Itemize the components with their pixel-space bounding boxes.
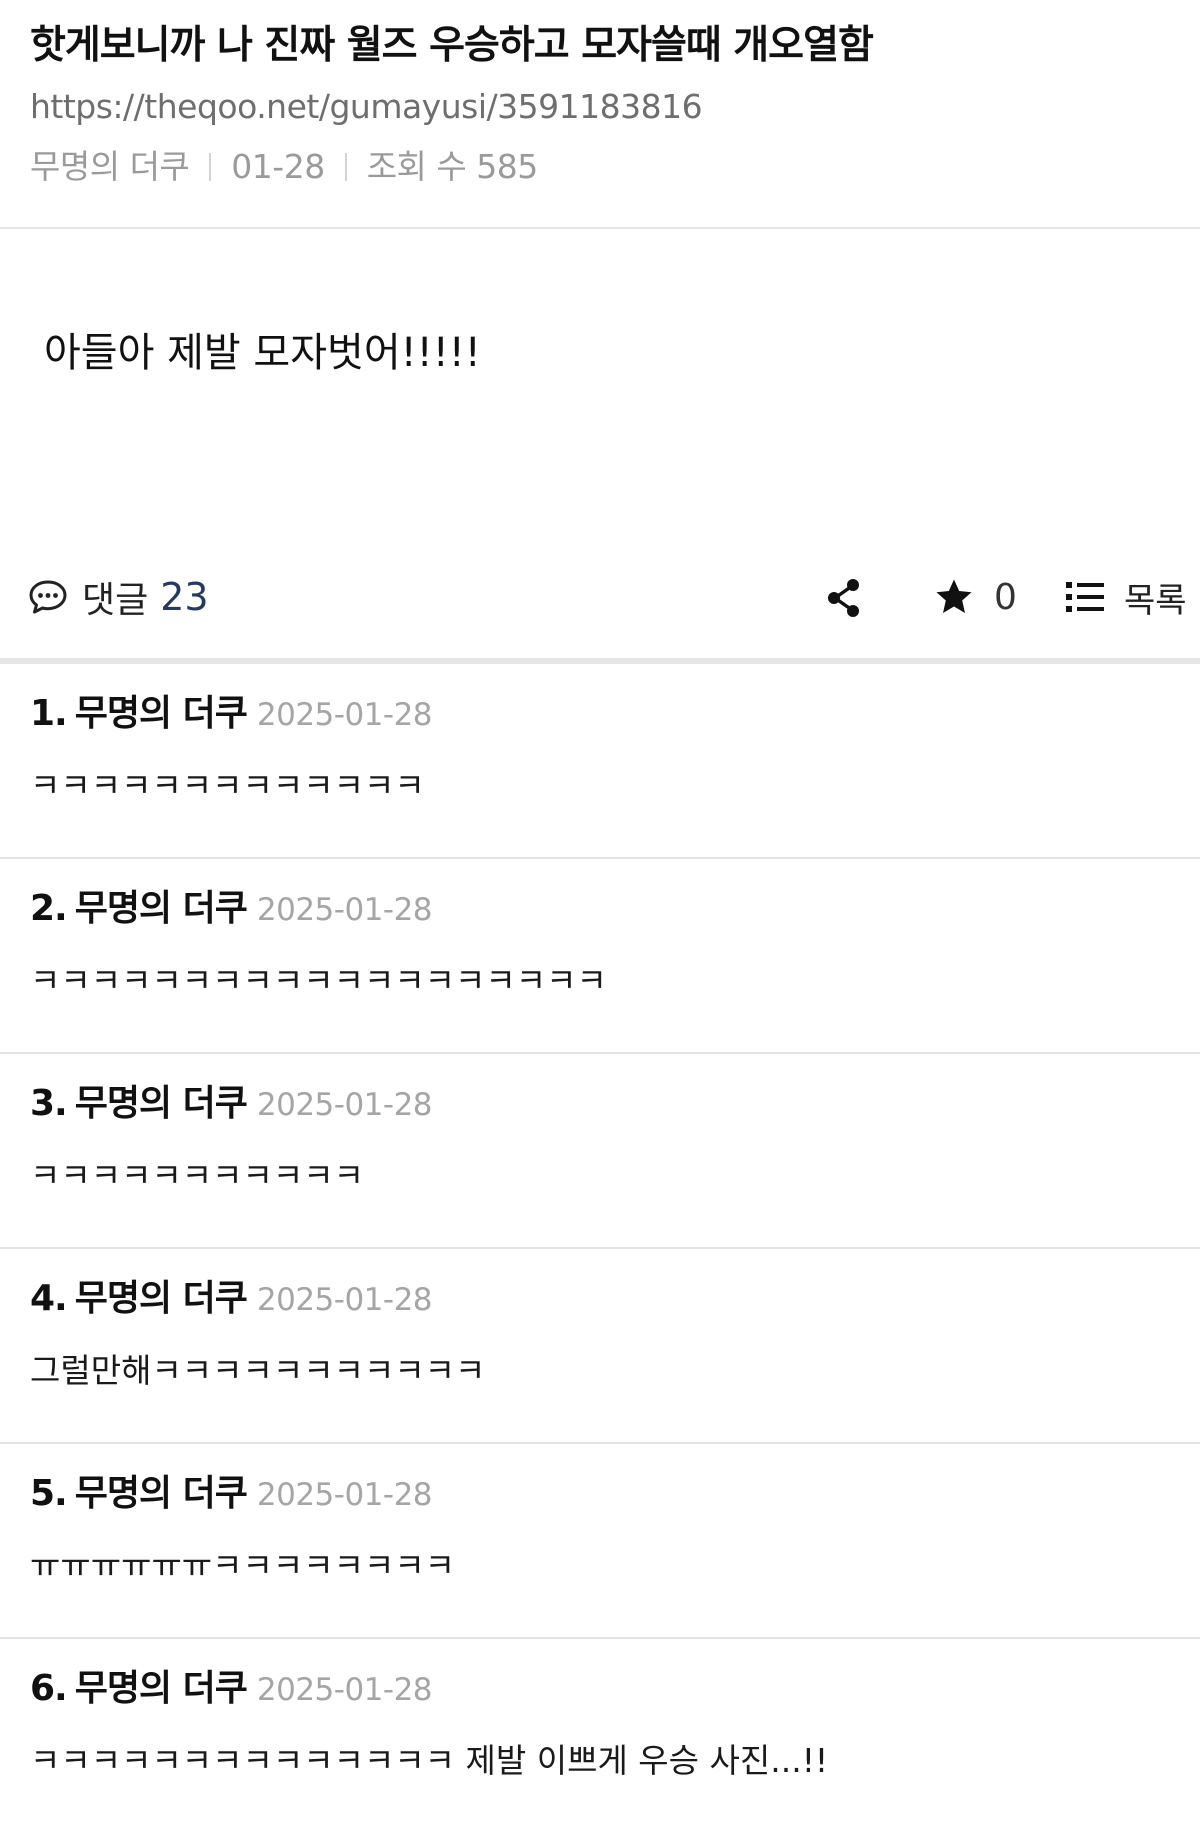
comment-date: 2025-01-28 [256,697,433,733]
post-date: 01-28 [231,147,325,186]
comment-number: 6. [30,1668,68,1709]
comment-date: 2025-01-28 [256,1672,433,1708]
comment-text: ㅋㅋㅋㅋㅋㅋㅋㅋㅋㅋㅋㅋㅋㅋ 제발 이쁘게 우승 사진...!! [30,1741,829,1780]
comment-count-button[interactable]: 댓글 23 [28,572,209,622]
comment-date: 2025-01-28 [256,1282,433,1318]
action-bar: 댓글 23 0 목록 [0,550,1200,664]
comment-author[interactable]: 무명의 더쿠 [75,1278,248,1319]
comment-date: 2025-01-28 [256,1087,433,1123]
comment-text: ㅋㅋㅋㅋㅋㅋㅋㅋㅋㅋㅋㅋㅋㅋㅋㅋㅋㅋㅋ [30,961,607,1000]
comment-head: 6. 무명의 더쿠 2025-01-28 [30,1661,1170,1717]
comment-list: 1. 무명의 더쿠 2025-01-28 ㅋㅋㅋㅋㅋㅋㅋㅋㅋㅋㅋㅋㅋ 2. 무명의 더… [0,664,1200,1834]
comment-item: 3. 무명의 더쿠 2025-01-28 ㅋㅋㅋㅋㅋㅋㅋㅋㅋㅋㅋ [0,1054,1200,1249]
comment-date: 2025-01-28 [256,1477,433,1513]
comment-head: 1. 무명의 더쿠 2025-01-28 [30,686,1170,742]
share-icon [822,576,866,620]
comment-item: 6. 무명의 더쿠 2025-01-28 ㅋㅋㅋㅋㅋㅋㅋㅋㅋㅋㅋㅋㅋㅋ 제발 이쁘게… [0,1639,1200,1834]
comment-author[interactable]: 무명의 더쿠 [75,1668,248,1709]
comment-text: ㅋㅋㅋㅋㅋㅋㅋㅋㅋㅋㅋ [30,1156,364,1195]
comment-text: ㅠㅠㅠㅠㅠㅠㅋㅋㅋㅋㅋㅋㅋㅋ [30,1546,456,1585]
comment-date: 2025-01-28 [256,892,433,928]
comment-number: 4. [30,1278,68,1319]
list-button[interactable]: 목록 [1066,572,1187,622]
comment-text: ㅋㅋㅋㅋㅋㅋㅋㅋㅋㅋㅋㅋㅋ [30,766,425,805]
meta-divider [209,153,212,181]
post-author[interactable]: 무명의 더쿠 [30,147,190,186]
comment-item: 2. 무명의 더쿠 2025-01-28 ㅋㅋㅋㅋㅋㅋㅋㅋㅋㅋㅋㅋㅋㅋㅋㅋㅋㅋㅋ [0,859,1200,1054]
comment-text: 그럴만해ㅋㅋㅋㅋㅋㅋㅋㅋㅋㅋㅋ [30,1351,486,1390]
star-count: 0 [994,576,1017,618]
comment-author[interactable]: 무명의 더쿠 [75,1473,248,1514]
comment-head: 5. 무명의 더쿠 2025-01-28 [30,1466,1170,1522]
comment-number: 2. [30,888,68,929]
post-title: 핫게보니까 나 진짜 월즈 우승하고 모자쓸때 개오열함 [30,23,874,68]
post-body: 아들아 제발 모자벗어!!!!! [0,229,1200,550]
comment-author[interactable]: 무명의 더쿠 [75,693,248,734]
comment-number: 3. [30,1083,68,1124]
comment-author[interactable]: 무명의 더쿠 [75,888,248,929]
speech-bubble-icon [28,579,68,615]
post-header: 핫게보니까 나 진짜 월즈 우승하고 모자쓸때 개오열함 https://the… [0,0,1200,229]
list-icon [1066,581,1104,613]
meta-divider [344,153,347,181]
post-url-link[interactable]: https://theqoo.net/gumayusi/3591183816 [30,82,1170,132]
post-views: 조회 수 585 [366,147,539,186]
star-button[interactable]: 0 [934,572,1017,622]
comment-head: 3. 무명의 더쿠 2025-01-28 [30,1076,1170,1132]
comment-item: 1. 무명의 더쿠 2025-01-28 ㅋㅋㅋㅋㅋㅋㅋㅋㅋㅋㅋㅋㅋ [0,664,1200,859]
share-button[interactable] [822,576,866,620]
post-meta: 무명의 더쿠 01-28 조회 수 585 [30,142,1170,192]
comment-item: 4. 무명의 더쿠 2025-01-28 그럴만해ㅋㅋㅋㅋㅋㅋㅋㅋㅋㅋㅋ [0,1249,1200,1444]
comment-number: 1. [30,693,68,734]
post-content: 아들아 제발 모자벗어!!!!! [44,330,481,376]
comment-label: 댓글 [82,580,149,621]
comment-item: 5. 무명의 더쿠 2025-01-28 ㅠㅠㅠㅠㅠㅠㅋㅋㅋㅋㅋㅋㅋㅋ [0,1444,1200,1639]
star-icon [934,577,974,617]
comment-head: 2. 무명의 더쿠 2025-01-28 [30,881,1170,937]
comment-author[interactable]: 무명의 더쿠 [75,1083,248,1124]
comment-count: 23 [160,575,209,619]
list-label: 목록 [1124,580,1187,621]
comment-number: 5. [30,1473,68,1514]
comment-head: 4. 무명의 더쿠 2025-01-28 [30,1271,1170,1327]
